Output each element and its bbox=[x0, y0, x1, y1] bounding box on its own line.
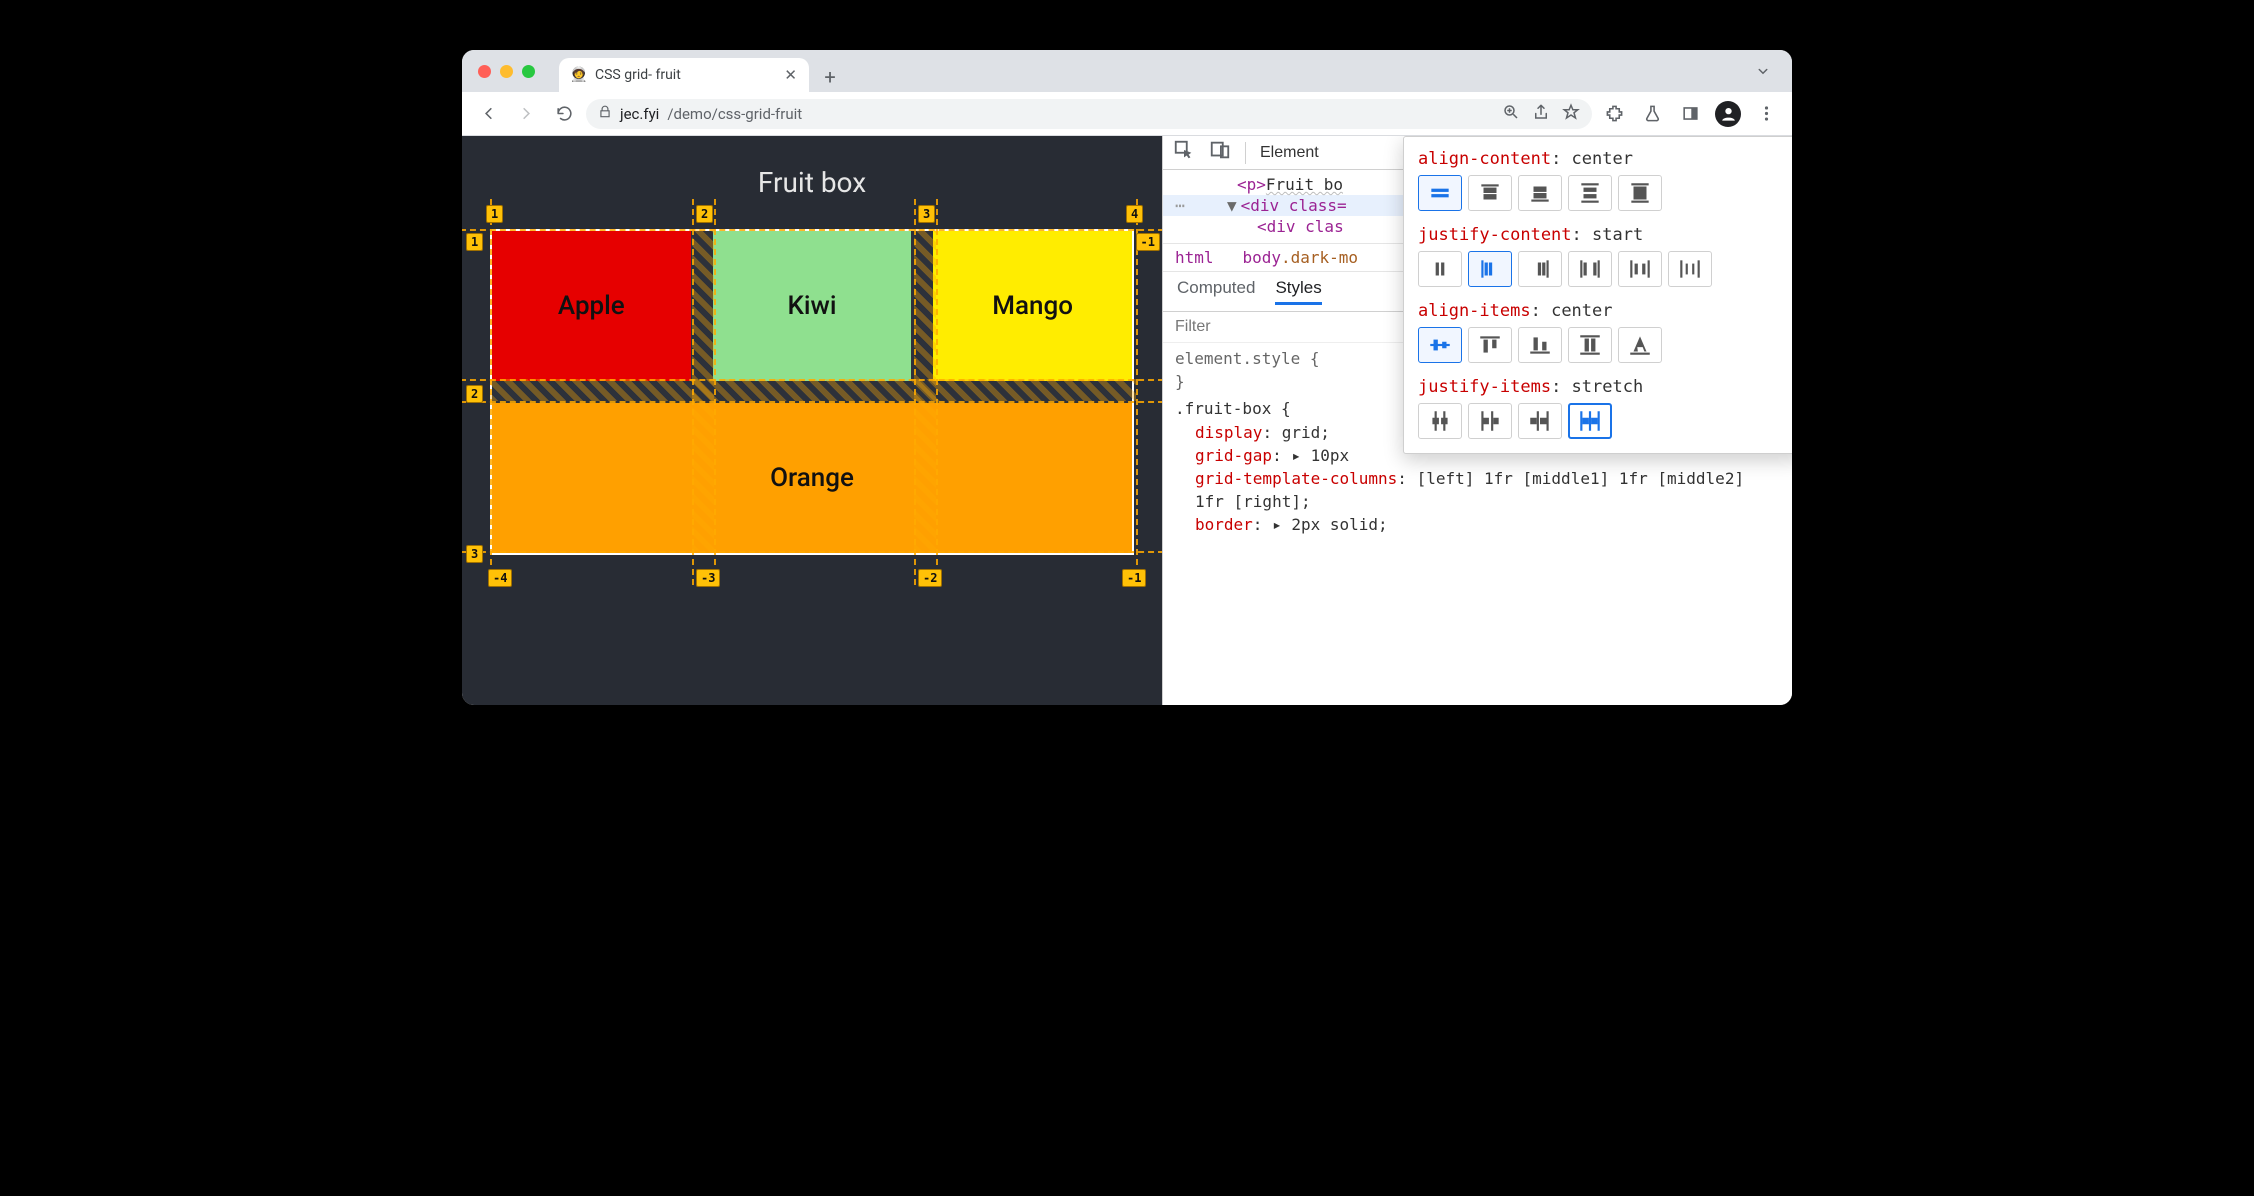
maximize-window-icon[interactable] bbox=[522, 65, 535, 78]
forward-button[interactable] bbox=[510, 98, 542, 130]
grid-item-kiwi: Kiwi bbox=[713, 231, 912, 381]
bookmark-icon[interactable] bbox=[1562, 103, 1580, 125]
grid-col-label-neg: -2 bbox=[918, 569, 942, 587]
justify-items-start-button[interactable] bbox=[1468, 403, 1512, 439]
tab-strip: 🧑‍🚀 CSS grid- fruit ✕ + bbox=[462, 50, 1792, 92]
grid-row-label: 3 bbox=[466, 545, 483, 563]
grid-row-label-neg: -1 bbox=[1136, 233, 1160, 251]
page-title: Fruit box bbox=[462, 166, 1162, 199]
align-content-space-around-button[interactable] bbox=[1568, 175, 1612, 211]
address-host: jec.fyi bbox=[620, 105, 659, 123]
tab-styles[interactable]: Styles bbox=[1275, 278, 1321, 305]
menu-button[interactable] bbox=[1750, 98, 1782, 130]
grid-col-label-neg: -4 bbox=[488, 569, 512, 587]
grid-col-label: 4 bbox=[1126, 205, 1143, 223]
lock-icon bbox=[598, 105, 612, 123]
align-items-stretch-button[interactable] bbox=[1568, 327, 1612, 363]
align-content-center-button[interactable] bbox=[1418, 175, 1462, 211]
panel-button[interactable] bbox=[1674, 98, 1706, 130]
window-traffic-lights bbox=[476, 50, 541, 92]
grid-col-label: 3 bbox=[918, 205, 935, 223]
align-content-end-button[interactable] bbox=[1518, 175, 1562, 211]
tab-overflow-icon[interactable] bbox=[1754, 62, 1772, 84]
align-content-stretch-button[interactable] bbox=[1618, 175, 1662, 211]
tab-title: CSS grid- fruit bbox=[595, 67, 681, 83]
tab-computed[interactable]: Computed bbox=[1177, 278, 1255, 305]
grid-col-label-neg: -1 bbox=[1122, 569, 1146, 587]
browser-window: 🧑‍🚀 CSS grid- fruit ✕ + jec.fyi/demo/css… bbox=[462, 50, 1792, 705]
profile-button[interactable] bbox=[1712, 98, 1744, 130]
favicon-icon: 🧑‍🚀 bbox=[571, 67, 587, 83]
justify-content-space-evenly-button[interactable] bbox=[1668, 251, 1712, 287]
justify-content-center-button[interactable] bbox=[1418, 251, 1462, 287]
address-bar[interactable]: jec.fyi/demo/css-grid-fruit bbox=[586, 99, 1592, 129]
reload-button[interactable] bbox=[548, 98, 580, 130]
devtools-panel: Element <p>Fruit bo ⋯▼<div class= <div c… bbox=[1162, 136, 1792, 705]
align-items-end-button[interactable] bbox=[1518, 327, 1562, 363]
labs-button[interactable] bbox=[1636, 98, 1668, 130]
align-items-start-button[interactable] bbox=[1468, 327, 1512, 363]
justify-content-end-button[interactable] bbox=[1518, 251, 1562, 287]
dom-selected-node[interactable]: <div class= bbox=[1241, 196, 1347, 215]
grid-row-label: 2 bbox=[466, 385, 483, 403]
align-items-baseline-button[interactable] bbox=[1618, 327, 1662, 363]
zoom-icon[interactable] bbox=[1502, 103, 1520, 125]
justify-content-space-around-button[interactable] bbox=[1618, 251, 1662, 287]
extensions-button[interactable] bbox=[1598, 98, 1630, 130]
grid-item-orange: Orange bbox=[492, 403, 1132, 553]
justify-items-end-button[interactable] bbox=[1518, 403, 1562, 439]
elements-tab[interactable]: Element bbox=[1260, 144, 1319, 162]
grid-alignment-popup: align-content: center justify-content: s… bbox=[1403, 136, 1792, 454]
device-icon[interactable] bbox=[1209, 139, 1231, 166]
fruit-grid: Apple Kiwi Mango Orange bbox=[490, 229, 1134, 555]
back-button[interactable] bbox=[472, 98, 504, 130]
close-window-icon[interactable] bbox=[478, 65, 491, 78]
grid-col-label: 1 bbox=[486, 205, 503, 223]
justify-content-start-button[interactable] bbox=[1468, 251, 1512, 287]
minimize-window-icon[interactable] bbox=[500, 65, 513, 78]
grid-item-apple: Apple bbox=[492, 231, 691, 381]
new-tab-button[interactable]: + bbox=[815, 62, 845, 92]
browser-toolbar: jec.fyi/demo/css-grid-fruit bbox=[462, 92, 1792, 136]
rendered-page: Fruit box Apple Kiwi Mango Orange bbox=[462, 136, 1162, 705]
share-icon[interactable] bbox=[1532, 103, 1550, 125]
address-path: /demo/css-grid-fruit bbox=[667, 105, 802, 123]
dom-gutter-icon[interactable]: ⋯ bbox=[1163, 196, 1197, 215]
align-items-center-button[interactable] bbox=[1418, 327, 1462, 363]
align-content-start-button[interactable] bbox=[1468, 175, 1512, 211]
browser-tab[interactable]: 🧑‍🚀 CSS grid- fruit ✕ bbox=[559, 58, 809, 92]
grid-item-mango: Mango bbox=[933, 231, 1132, 381]
grid-row-label: 1 bbox=[466, 233, 483, 251]
close-tab-icon[interactable]: ✕ bbox=[784, 66, 797, 84]
grid-col-label-neg: -3 bbox=[696, 569, 720, 587]
justify-content-space-between-button[interactable] bbox=[1568, 251, 1612, 287]
grid-col-label: 2 bbox=[696, 205, 713, 223]
justify-items-stretch-button[interactable] bbox=[1568, 403, 1612, 439]
inspect-icon[interactable] bbox=[1173, 139, 1195, 166]
content-area: Fruit box Apple Kiwi Mango Orange bbox=[462, 136, 1792, 705]
justify-items-center-button[interactable] bbox=[1418, 403, 1462, 439]
